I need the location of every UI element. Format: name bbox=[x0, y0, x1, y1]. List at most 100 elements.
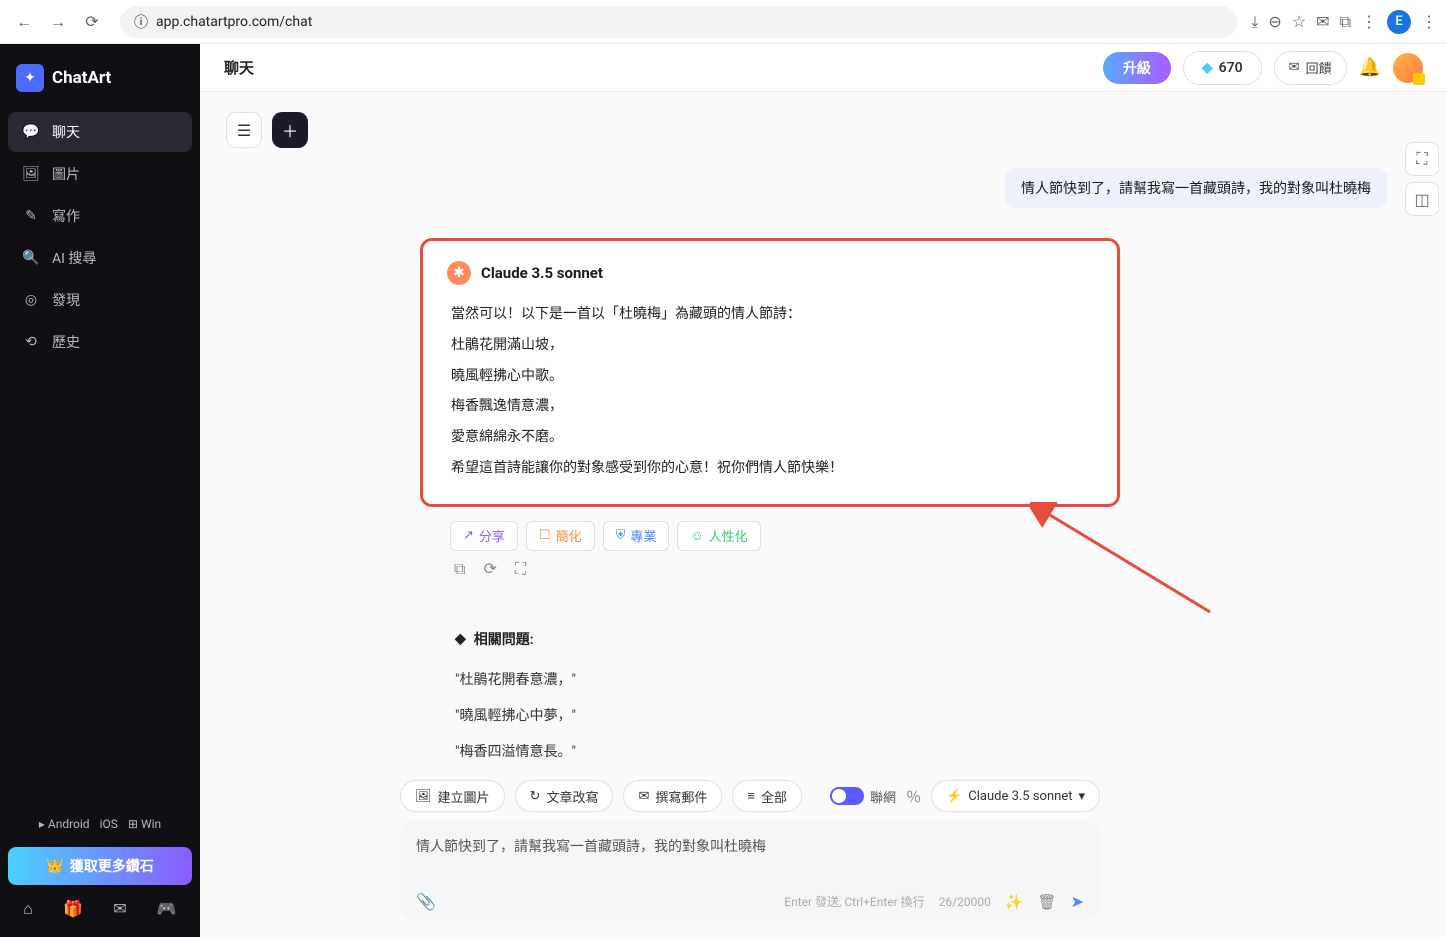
related-item[interactable]: "杜鵑花開春意濃，" bbox=[455, 661, 1095, 697]
feedback-button[interactable]: ✉ 回饋 bbox=[1274, 51, 1347, 85]
bell-icon[interactable]: 🔔 bbox=[1359, 57, 1381, 78]
android-link[interactable]: ▸Android bbox=[39, 817, 90, 831]
compass-icon: ◎ bbox=[22, 292, 40, 308]
bottom-icons: ⌂ 🎁 ✉ 🎮 bbox=[8, 893, 192, 925]
ai-line: 梅香飄逸情意濃， bbox=[451, 391, 1093, 422]
platform-links: ▸Android iOS ⊞Win bbox=[8, 809, 192, 839]
install-icon[interactable]: ⤓ bbox=[1251, 12, 1258, 32]
quick-all-button[interactable]: ≡ 全部 bbox=[732, 780, 802, 812]
browser-bar: ← → ⟳ ⓘ app.chatartpro.com/chat ⤓ ⊖ ☆ ✉ … bbox=[0, 0, 1447, 44]
new-chat-button[interactable]: ＋ bbox=[272, 112, 308, 148]
quick-rewrite-button[interactable]: ↻ 文章改寫 bbox=[515, 780, 614, 812]
sidebar-item-discover[interactable]: ◎ 發現 bbox=[8, 280, 192, 320]
main: 聊天 升級 ◆670 ✉ 回饋 🔔 ⛶ ◫ ☰ ＋ 情人節快到了，請幫我寫一首藏… bbox=[200, 44, 1447, 937]
user-avatar[interactable] bbox=[1393, 53, 1423, 83]
fullscreen-icon[interactable]: ⛶ bbox=[515, 559, 526, 579]
extension-icons: ⤓ ⊖ ☆ ✉ ⧉ ⋮ E ⋮ bbox=[1251, 10, 1437, 34]
sidebar-toggle-icon[interactable]: ☰ bbox=[226, 112, 262, 148]
quick-image-button[interactable]: 🖼 建立圖片 bbox=[400, 780, 505, 812]
related-item[interactable]: "梅香四溢情意長。" bbox=[455, 733, 1095, 769]
sidebar-item-chat[interactable]: 💬 聊天 bbox=[8, 112, 192, 152]
ai-line: 曉風輕拂心中歌。 bbox=[451, 361, 1093, 392]
image-icon: 🖼 bbox=[22, 166, 40, 182]
ai-line: 杜鵑花開滿山坡， bbox=[451, 330, 1093, 361]
ai-response-card: ✱ Claude 3.5 sonnet 當然可以！以下是一首以「杜曉梅」為藏頭的… bbox=[420, 238, 1120, 507]
nav-label: AI 搜尋 bbox=[52, 248, 96, 268]
profile-avatar[interactable]: E bbox=[1387, 10, 1411, 34]
response-actions: ↗ 分享 ☐ 簡化 ⛨ 專業 ☺ 人性化 bbox=[450, 521, 1120, 551]
net-toggle[interactable]: 聯網 bbox=[830, 787, 896, 806]
nav-label: 圖片 bbox=[52, 164, 80, 184]
gift-icon[interactable]: 🎁 bbox=[63, 899, 83, 919]
trash-icon[interactable]: 🗑 bbox=[1038, 893, 1057, 911]
char-count: 26/20000 bbox=[939, 895, 991, 909]
diamond-balance[interactable]: ◆ 670 bbox=[1183, 51, 1262, 85]
sidebar-item-image[interactable]: 🖼 圖片 bbox=[8, 154, 192, 194]
cta-label: 獲取更多鑽石 bbox=[70, 856, 154, 876]
model-picker[interactable]: ⚡ Claude 3.5 sonnet ▾ bbox=[931, 780, 1100, 812]
divider: ⋮ bbox=[1361, 12, 1377, 31]
related-questions: ◆ 相關問題: "杜鵑花開春意濃，" "曉風輕拂心中夢，" "梅香四溢情意長。" bbox=[455, 629, 1095, 769]
ai-line: 當然可以！以下是一首以「杜曉梅」為藏頭的情人節詩： bbox=[451, 299, 1093, 330]
sidebar: ✦ ChatArt 💬 聊天 🖼 圖片 ✎寫作 🔍 AI 搜尋 ◎ 發現 ⟲歷史 ▸An… bbox=[0, 44, 200, 937]
diamond-count: 670 bbox=[1219, 60, 1243, 76]
page-title: 聊天 bbox=[224, 57, 254, 78]
forward-icon[interactable]: → bbox=[44, 8, 72, 36]
puzzle-icon[interactable]: ⧉ bbox=[1340, 12, 1351, 32]
logo-text: ChatArt bbox=[52, 68, 111, 88]
feedback-label: 回饋 bbox=[1306, 58, 1332, 77]
composer[interactable]: 情人節快到了，請幫我寫一首藏頭詩，我的對象叫杜曉梅 📎 Enter 發送, Ct… bbox=[400, 822, 1100, 919]
url-bar[interactable]: ⓘ app.chatartpro.com/chat bbox=[120, 6, 1237, 38]
logo-icon: ✦ bbox=[16, 64, 44, 92]
ai-body: 當然可以！以下是一首以「杜曉梅」為藏頭的情人節詩： 杜鵑花開滿山坡， 曉風輕拂心… bbox=[447, 299, 1093, 484]
menu-icon[interactable]: ⋮ bbox=[1421, 12, 1437, 31]
hash-icon[interactable]: ％ bbox=[906, 786, 921, 807]
home-icon[interactable]: ⌂ bbox=[23, 899, 33, 919]
related-item[interactable]: "曉風輕拂心中夢，" bbox=[455, 697, 1095, 733]
site-info-icon: ⓘ bbox=[134, 12, 148, 32]
search-icon: 🔍 bbox=[22, 250, 40, 266]
game-icon[interactable]: 🎮 bbox=[157, 899, 177, 919]
ai-line: 希望這首詩能讓你的對象感受到你的心意！祝你們情人節快樂！ bbox=[451, 453, 1093, 484]
user-message: 情人節快到了，請幫我寫一首藏頭詩，我的對象叫杜曉梅 bbox=[1005, 168, 1387, 208]
sidebar-item-history[interactable]: ⟲歷史 bbox=[8, 322, 192, 362]
composer-input[interactable]: 情人節快到了，請幫我寫一首藏頭詩，我的對象叫杜曉梅 bbox=[416, 836, 1084, 880]
attach-icon[interactable]: 📎 bbox=[416, 892, 436, 911]
logo[interactable]: ✦ ChatArt bbox=[8, 56, 192, 100]
chat-content: ☰ ＋ 情人節快到了，請幫我寫一首藏頭詩，我的對象叫杜曉梅 ✱ Claude 3… bbox=[200, 92, 1447, 772]
related-title: ◆ 相關問題: bbox=[455, 629, 1095, 649]
topbar: 聊天 升級 ◆ 670 ✉ 回饋 🔔 bbox=[200, 44, 1447, 92]
composer-area: 🖼 建立圖片 ↻ 文章改寫 ✉ 撰寫郵件 ≡ 全部 聯網 ％ ⚡ Claude … bbox=[400, 772, 1100, 937]
write-icon: ✎ bbox=[22, 208, 40, 224]
quick-email-button[interactable]: ✉ 撰寫郵件 bbox=[623, 780, 722, 812]
ai-model-name: Claude 3.5 sonnet bbox=[481, 264, 603, 282]
humanize-button[interactable]: ☺ 人性化 bbox=[677, 521, 760, 551]
nav-label: 聊天 bbox=[52, 122, 80, 142]
get-diamonds-button[interactable]: 👑 獲取更多鑽石 bbox=[8, 847, 192, 885]
hint-text: Enter 發送, Ctrl+Enter 換行 bbox=[784, 893, 924, 910]
nav-label: 發現 bbox=[52, 290, 80, 310]
ios-link[interactable]: iOS bbox=[100, 817, 118, 831]
mail-icon[interactable]: ✉ bbox=[113, 899, 126, 919]
sidebar-item-search[interactable]: 🔍 AI 搜尋 bbox=[8, 238, 192, 278]
nav-label: 歷史 bbox=[52, 332, 80, 352]
regenerate-icon[interactable]: ⟳ bbox=[483, 559, 496, 579]
zoom-icon[interactable]: ⊖ bbox=[1268, 12, 1281, 31]
gem-icon: ◆ bbox=[1202, 60, 1213, 76]
share-button[interactable]: ↗ 分享 bbox=[450, 521, 518, 551]
win-link[interactable]: ⊞Win bbox=[128, 817, 161, 831]
ai-avatar-icon: ✱ bbox=[447, 261, 471, 285]
mail-ext-icon[interactable]: ✉ bbox=[1316, 12, 1329, 31]
back-icon[interactable]: ← bbox=[10, 8, 38, 36]
send-button[interactable]: ➤ bbox=[1071, 892, 1084, 911]
upgrade-button[interactable]: 升級 bbox=[1103, 52, 1171, 84]
reload-icon[interactable]: ⟳ bbox=[78, 8, 106, 36]
magic-icon[interactable]: ✨ bbox=[1005, 893, 1024, 911]
professional-button[interactable]: ⛨ 專業 bbox=[603, 521, 670, 551]
copy-icon[interactable]: ⧉ bbox=[454, 559, 465, 579]
chat-icon: 💬 bbox=[22, 124, 40, 140]
ai-line: 愛意綿綿永不磨。 bbox=[451, 422, 1093, 453]
sidebar-item-write[interactable]: ✎寫作 bbox=[8, 196, 192, 236]
star-icon[interactable]: ☆ bbox=[1292, 12, 1306, 31]
simplify-button[interactable]: ☐ 簡化 bbox=[526, 521, 595, 551]
